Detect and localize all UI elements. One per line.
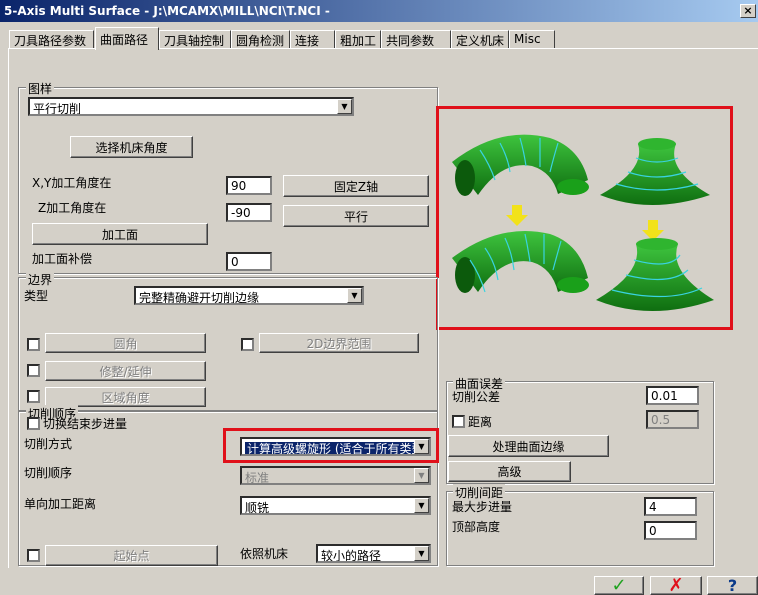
bent-tube-model-bottom [452,231,589,293]
max-stepover-label: 最大步进量 [452,500,513,514]
region-angle-checkbox[interactable] [27,390,40,403]
tab-label: 共同参数 [386,34,435,48]
trim-extend-checkbox[interactable] [27,364,40,377]
cut-method-select[interactable]: 计算高级螺旋形 (适合于所有类型) ▼ [240,437,431,456]
checkmark-icon: ✓ [611,576,627,595]
cross-icon: ✗ [668,576,684,595]
by-machine-label: 依照机床 [240,547,289,561]
edge-type-value: 完整精确避开切削边缘 [139,291,260,305]
edge-group-label: 边界 [26,271,55,288]
tab-common-params[interactable]: 共同参数 [381,30,451,49]
cone-model-bottom [596,238,714,311]
pattern-select[interactable]: 平行切削 ▼ [28,97,354,116]
advanced-button[interactable]: 高级 [448,461,571,482]
surface-edges-button[interactable]: 处理曲面边缘 [448,435,609,457]
dropdown-arrow-icon: ▼ [414,468,429,483]
cut-method-value: 计算高级螺旋形 (适合于所有类型) [245,442,429,456]
pattern-select-value: 平行切削 [33,102,82,116]
dropdown-arrow-icon: ▼ [337,99,352,114]
tab-tool-axis[interactable]: 刀具轴控制 [159,30,231,49]
tab-misc[interactable]: Misc [509,30,555,49]
tab-label: 曲面路径 [100,33,149,47]
dropdown-arrow-icon: ▼ [414,439,429,454]
dropdown-arrow-icon: ▼ [347,288,362,303]
help-button[interactable]: ? [707,576,758,595]
one-way-label: 单向加工距离 [24,497,97,511]
start-point-checkbox[interactable] [27,549,40,562]
xy-angle-label: X,Y加工角度在 [32,176,112,190]
arrow-down-icon [506,205,528,226]
ok-button[interactable]: ✓ [594,576,644,595]
cut-tolerance-input[interactable]: 0.01 [646,386,699,405]
tab-label: Misc [514,32,541,46]
surface-button[interactable]: 加工面 [32,223,208,245]
dropdown-arrow-icon: ▼ [414,498,429,513]
xy-angle-input[interactable]: 90 [226,176,272,195]
tab-machine-def[interactable]: 定义机床 [451,30,509,49]
top-height-input[interactable]: 0 [644,521,697,540]
surface-comp-input[interactable]: 0 [226,252,272,271]
region-angle-button[interactable]: 区域角度 [45,387,206,407]
one-way-value: 顺铣 [245,501,270,515]
max-stepover-input[interactable]: 4 [644,497,697,516]
tab-label: 圆角检测 [236,34,285,48]
cut-order-label: 切削顺序 [24,466,73,480]
fixed-z-button[interactable]: 固定Z轴 [283,175,429,197]
top-height-label: 顶部高度 [452,520,501,534]
cone-model-top [600,138,710,205]
distance-label: 距离 [468,415,493,429]
z-angle-input[interactable]: -90 [226,203,272,222]
surface-preview-image [452,134,714,311]
distance-checkbox[interactable] [452,415,465,428]
tab-surface-path[interactable]: 曲面路径 [95,27,159,50]
tab-label: 定义机床 [456,34,505,48]
close-icon: × [743,4,753,17]
tab-label: 刀具轴控制 [164,34,225,48]
cut-tolerance-label: 切削公差 [452,390,501,404]
z-angle-label: Z加工角度在 [38,201,107,215]
start-point-button[interactable]: 起始点 [45,545,218,566]
dropdown-arrow-icon: ▼ [414,546,429,561]
help-icon: ? [727,576,738,595]
one-way-select[interactable]: 顺铣 ▼ [240,496,431,515]
window-title: 5-Axis Multi Surface - J:\MCAMX\MILL\NCI… [0,0,758,22]
tab-links[interactable]: 连接 [290,30,335,49]
tab-label: 刀具路径参数 [14,34,87,48]
arrow-down-icon [642,220,664,241]
bent-tube-model-top [452,134,589,196]
cancel-button[interactable]: ✗ [650,576,702,595]
boundary-2d-checkbox[interactable] [241,338,254,351]
edge-type-select[interactable]: 完整精确避开切削边缘 ▼ [134,286,364,305]
fillet-checkbox[interactable] [27,338,40,351]
select-machine-angle-button[interactable]: 选择机床角度 [70,136,193,158]
toggle-stepover-checkbox[interactable] [27,417,40,430]
tab-label: 粗加工 [340,34,377,48]
surface-comp-label: 加工面补偿 [32,252,93,266]
by-machine-value: 较小的路径 [321,549,382,563]
tab-gouge-check[interactable]: 圆角检测 [231,30,290,49]
type-label: 类型 [24,289,49,303]
tab-toolpath-params[interactable]: 刀具路径参数 [9,30,94,49]
trim-extend-button[interactable]: 修整/延伸 [45,361,206,381]
boundary-2d-button[interactable]: 2D边界范围 [259,333,419,353]
toggle-stepover-label: 切换结束步进量 [43,417,128,431]
cut-order-value: 标准 [245,471,270,485]
pattern-group-label: 图样 [26,80,55,97]
by-machine-select[interactable]: 较小的路径 ▼ [316,544,431,563]
tab-label: 连接 [295,34,320,48]
distance-input[interactable]: 0.5 [646,410,699,429]
tab-roughing[interactable]: 粗加工 [335,30,381,49]
close-button[interactable]: × [740,4,756,18]
cut-order-select[interactable]: 标准 ▼ [240,466,431,485]
parallel-button[interactable]: 平行 [283,205,429,227]
fillet-button[interactable]: 圆角 [45,333,206,353]
cut-method-label: 切削方式 [24,437,73,451]
